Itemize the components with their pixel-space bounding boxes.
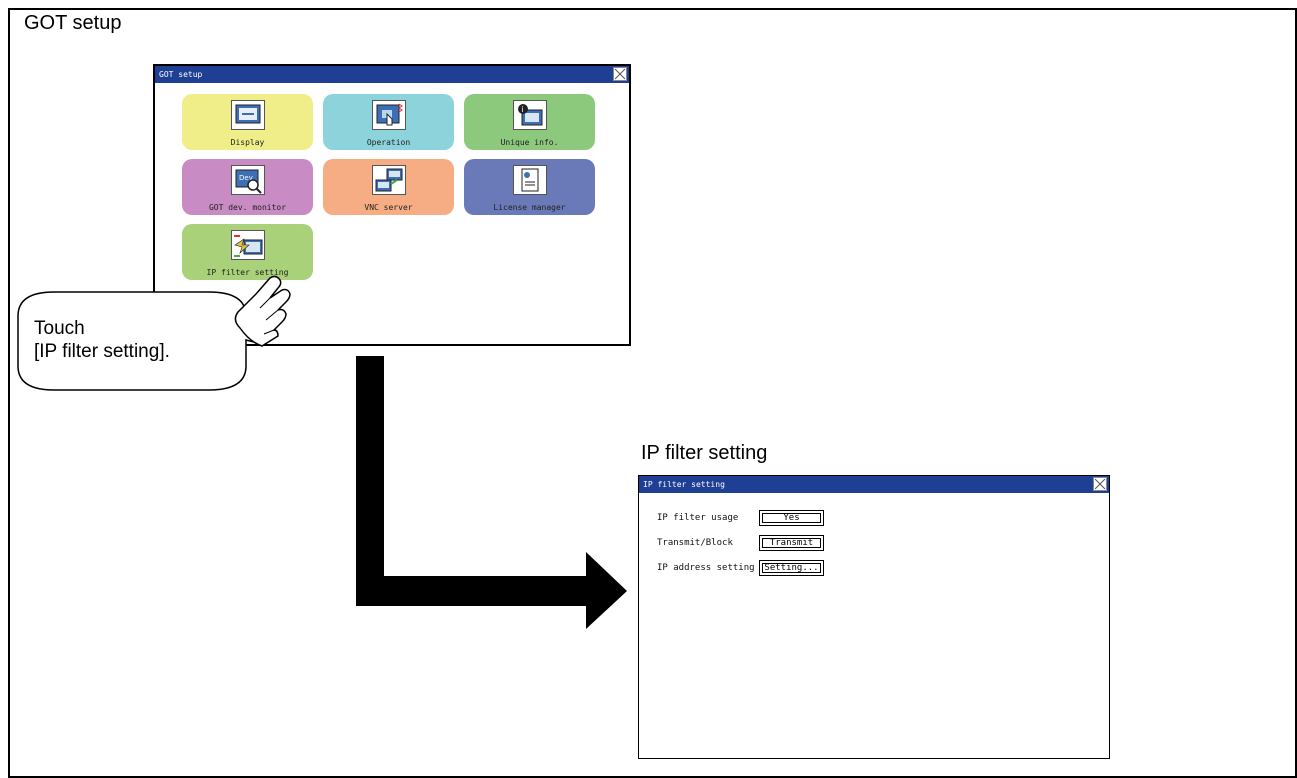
- flow-arrow: [356, 356, 627, 629]
- tile-label: GOT dev. monitor: [208, 203, 287, 212]
- close-icon[interactable]: [1093, 477, 1107, 491]
- tile-label: Unique info.: [500, 138, 559, 147]
- button-value: Transmit: [769, 538, 814, 548]
- ip-address-setting-label: IP address setting: [657, 563, 755, 573]
- dev-monitor-icon: Dev: [230, 165, 265, 195]
- ip-filter-usage-label: IP filter usage: [657, 513, 739, 523]
- ip-filter-icon: [230, 230, 265, 260]
- button-value: Yes: [783, 513, 800, 523]
- hand-pointer-icon: [234, 275, 291, 347]
- ip-filter-usage-button[interactable]: Yes: [759, 510, 824, 526]
- close-icon[interactable]: [613, 67, 627, 81]
- tile-got-dev-monitor[interactable]: Dev GOT dev. monitor: [182, 159, 313, 215]
- got-setup-heading: GOT setup: [24, 12, 122, 34]
- svg-text:i: i: [521, 105, 523, 114]
- ip-filter-heading: IP filter setting: [641, 442, 768, 464]
- ip-filter-window: IP filter setting IP filter usage Yes Tr…: [638, 475, 1110, 759]
- tile-label: Operation: [366, 138, 411, 147]
- vnc-server-icon: [371, 165, 406, 195]
- tile-operation[interactable]: Operation: [323, 94, 454, 150]
- tile-display[interactable]: Display: [182, 94, 313, 150]
- tile-vnc-server[interactable]: VNC server: [323, 159, 454, 215]
- tile-license-manager[interactable]: License manager: [464, 159, 595, 215]
- transmit-block-label: Transmit/Block: [657, 538, 733, 548]
- ip-address-setting-button[interactable]: Setting...: [759, 560, 824, 576]
- transmit-block-button[interactable]: Transmit: [759, 535, 824, 551]
- display-icon: [230, 100, 265, 130]
- callout-line2: [IP filter setting].: [34, 341, 170, 362]
- tile-label: License manager: [493, 203, 566, 212]
- got-setup-titlebar: GOT setup: [155, 66, 629, 83]
- tile-label: VNC server: [364, 203, 413, 212]
- ip-filter-titlebar: IP filter setting: [639, 476, 1109, 493]
- callout-line1: Touch: [34, 318, 85, 339]
- button-value: Setting...: [764, 563, 819, 573]
- tile-label: Display: [230, 138, 265, 147]
- license-icon: [512, 165, 547, 195]
- unique-info-icon: i: [512, 100, 547, 130]
- tile-unique-info[interactable]: i Unique info.: [464, 94, 595, 150]
- operation-icon: [371, 100, 406, 130]
